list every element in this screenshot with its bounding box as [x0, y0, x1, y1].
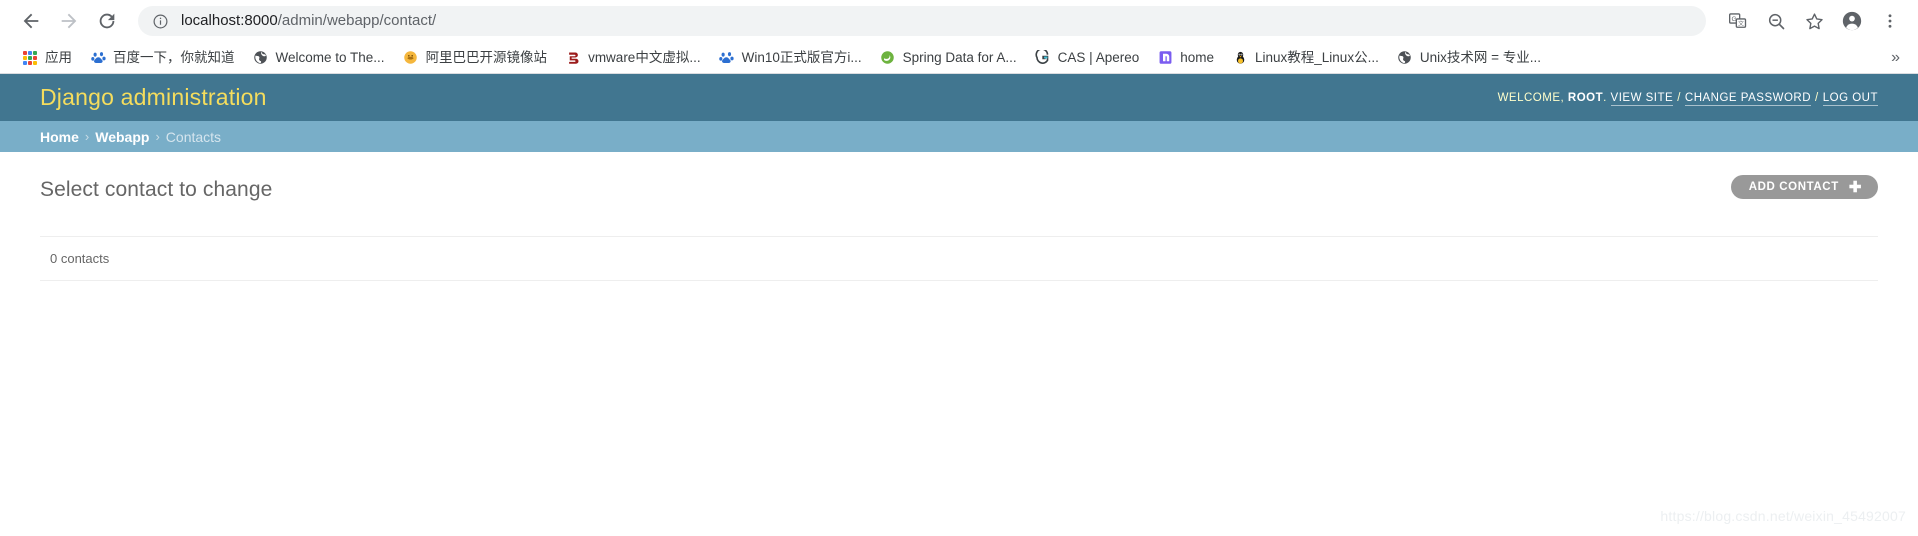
reload-button[interactable]: [90, 4, 124, 38]
breadcrumb: Home › Webapp › Contacts: [0, 121, 1918, 152]
forward-button[interactable]: [52, 4, 86, 38]
main-content: Select contact to change ADD CONTACT ✚ 0…: [0, 152, 1918, 281]
toolbar-icon-group: G 文: [1716, 5, 1906, 37]
browser-toolbar: localhost:8000/admin/webapp/contact/ G 文: [0, 0, 1918, 42]
content-header: Select contact to change ADD CONTACT ✚: [40, 175, 1878, 220]
bookmark-star-icon[interactable]: [1798, 5, 1830, 37]
plus-icon: ✚: [1848, 178, 1862, 196]
view-site-link[interactable]: VIEW SITE: [1610, 91, 1674, 106]
browser-chrome: localhost:8000/admin/webapp/contact/ G 文: [0, 0, 1918, 74]
page-title: Select contact to change: [40, 178, 273, 201]
screenshot-root: localhost:8000/admin/webapp/contact/ G 文: [0, 0, 1918, 536]
apps-grid-icon: [22, 50, 38, 66]
translate-icon[interactable]: G 文: [1722, 5, 1754, 37]
object-tools: ADD CONTACT ✚: [1730, 175, 1878, 199]
add-contact-label: ADD CONTACT: [1748, 181, 1839, 193]
svg-text:文: 文: [1738, 20, 1744, 28]
reload-icon: [99, 13, 115, 29]
django-header: Django administration WELCOME, ROOT. VIE…: [0, 74, 1918, 121]
log-out-link[interactable]: LOG OUT: [1822, 91, 1878, 106]
bookmark-label: CAS | Apereo: [1057, 49, 1140, 65]
change-password-link[interactable]: CHANGE PASSWORD: [1684, 91, 1812, 106]
back-button[interactable]: [14, 4, 48, 38]
url-path: /admin/webapp/contact/: [277, 12, 437, 29]
breadcrumb-webapp[interactable]: Webapp: [95, 129, 149, 145]
globe-icon: [1397, 50, 1413, 66]
bookmark-label: 阿里巴巴开源镜像站: [425, 49, 548, 65]
globe-icon: [253, 50, 269, 66]
bookmark-unix-tech[interactable]: Unix技术网 = 专业...: [1389, 46, 1549, 70]
bookmark-alibaba-mirror[interactable]: 阿里巴巴开源镜像站: [395, 46, 556, 70]
bookmark-welcome-to-the[interactable]: Welcome to The...: [245, 46, 393, 70]
breadcrumb-separator: ›: [84, 129, 90, 144]
breadcrumb-separator: ›: [155, 129, 160, 144]
add-contact-button[interactable]: ADD CONTACT ✚: [1730, 175, 1878, 199]
alibaba-icon: [403, 50, 419, 66]
back-arrow-icon: [23, 13, 39, 29]
url-text: localhost:8000/admin/webapp/contact/: [181, 6, 436, 36]
changelist-results-module: 0 contacts: [40, 236, 1878, 281]
bookmark-label: 百度一下，你就知道: [113, 49, 235, 65]
bookmark-win10[interactable]: Win10正式版官方i...: [711, 46, 870, 70]
bookmark-label: Spring Data for A...: [902, 49, 1017, 65]
forward-arrow-icon: [61, 13, 77, 29]
profile-avatar-icon[interactable]: [1836, 5, 1868, 37]
user-tools: WELCOME, ROOT. VIEW SITE / CHANGE PASSWORD…: [1497, 91, 1878, 106]
bookmark-label: vmware中文虚拟...: [588, 49, 701, 65]
bookmark-label: Unix技术网 = 专业...: [1419, 49, 1541, 65]
bookmark-vmware[interactable]: vmware中文虚拟...: [557, 46, 709, 70]
username: ROOT: [1567, 91, 1604, 104]
bookmark-apps[interactable]: 应用: [14, 46, 80, 70]
user-tools-separator: /: [1677, 91, 1681, 104]
bookmarks-bar: 应用 百度一下，你就知道 Welcome to The... 阿里巴巴开源镜像站…: [0, 42, 1918, 74]
linux-tux-icon: [1232, 50, 1248, 66]
bookmark-spring-data[interactable]: Spring Data for A...: [872, 46, 1025, 70]
bookmark-label: home: [1180, 49, 1215, 65]
bookmark-cas-apereo[interactable]: CAS | Apereo: [1027, 46, 1148, 70]
site-information-icon[interactable]: [152, 13, 169, 30]
url-host: localhost:8000: [181, 12, 278, 29]
watermark: https://blog.csdn.net/weixin_45492007: [1660, 508, 1906, 524]
bookmarks-overflow-button[interactable]: »: [1883, 49, 1908, 67]
bookmark-label: 应用: [45, 49, 72, 65]
bookmark-baidu[interactable]: 百度一下，你就知道: [82, 46, 243, 70]
welcome-period: .: [1603, 91, 1607, 104]
django-admin-page: Django administration WELCOME, ROOT. VIE…: [0, 74, 1918, 281]
user-tools-separator: /: [1815, 91, 1819, 104]
branding: Django administration: [40, 84, 267, 111]
address-bar[interactable]: localhost:8000/admin/webapp/contact/: [138, 6, 1706, 36]
breadcrumb-current: Contacts: [165, 128, 222, 145]
baidu-icon: [90, 50, 106, 66]
cas-icon: [1035, 50, 1051, 66]
bookmark-linux-tutorial[interactable]: Linux教程_Linux公...: [1224, 46, 1387, 70]
bookmark-label: Welcome to The...: [275, 49, 385, 65]
bookmark-home[interactable]: home: [1149, 46, 1222, 70]
home-bookmark-icon: [1157, 50, 1173, 66]
chrome-menu-icon[interactable]: [1874, 5, 1906, 37]
bookmark-label: Win10正式版官方i...: [741, 49, 862, 65]
zoom-out-icon[interactable]: [1760, 5, 1792, 37]
baidu-icon: [719, 50, 735, 66]
spring-icon: [880, 50, 896, 66]
site-title[interactable]: Django administration: [40, 84, 267, 111]
vmware-icon: [565, 50, 581, 66]
breadcrumb-home[interactable]: Home: [40, 129, 79, 145]
result-count: 0 contacts: [50, 251, 110, 266]
bookmark-label: Linux教程_Linux公...: [1255, 49, 1379, 65]
welcome-text: WELCOME,: [1497, 91, 1565, 104]
